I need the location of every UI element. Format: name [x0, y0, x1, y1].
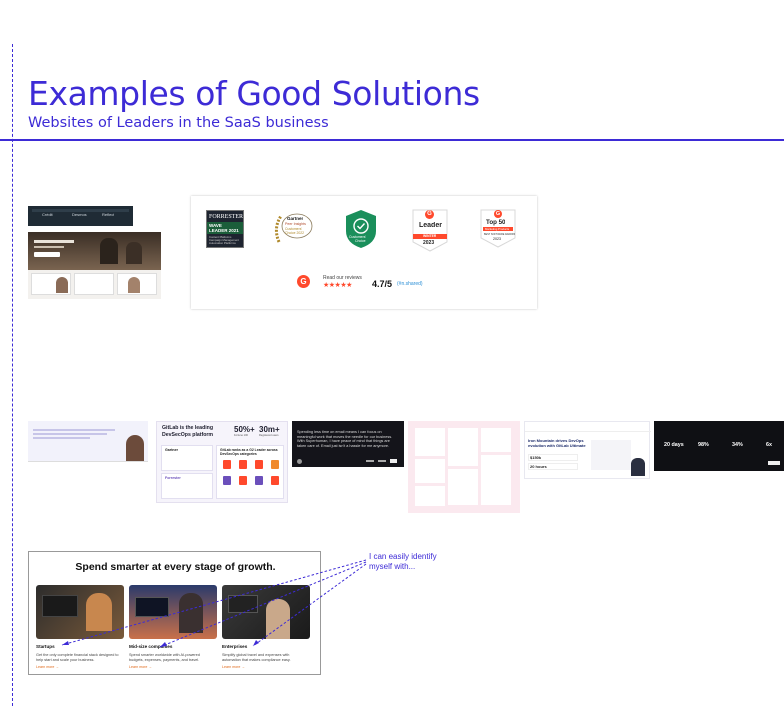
hero-cards: [28, 270, 161, 299]
gitlab-headline: GitLab is the leading DevSecOps platform: [162, 425, 214, 438]
rating-stars-icon: ★★★★★: [323, 282, 352, 289]
thumbnail-superhuman[interactable]: Spending less time on email means I can …: [292, 421, 404, 467]
annotation-note: I can easily identify myself with...: [369, 552, 437, 571]
thumbnail-logo-bar[interactable]: Crédit Desmos Reflect: [28, 206, 133, 226]
thumbnail-gitlab[interactable]: GitLab is the leading DevSecOps platform…: [156, 421, 288, 503]
page-subtitle: Websites of Leaders in the SaaS business: [28, 115, 329, 131]
page-title: Examples of Good Solutions: [28, 74, 480, 113]
tile-enterprise-title: Enterprises: [222, 644, 248, 649]
thumbnail-iron-mountain[interactable]: Iron Mountain drives DevOps evolution wi…: [524, 421, 651, 479]
thumbnail-testimonial-grid[interactable]: [408, 421, 520, 513]
tile-startups-title: Startups: [36, 644, 55, 649]
profile-card: [117, 273, 157, 295]
tile-midsize-link[interactable]: Learn more →: [129, 665, 152, 669]
tile-startups-desc: Get the only complete financial stack de…: [36, 653, 119, 662]
thumbnail-testimonial-lavender[interactable]: [28, 421, 148, 471]
forrester-badge: FORRESTER WAVE LEADER 2021 Content Platf…: [206, 210, 244, 248]
tile-enterprise-image: [222, 585, 310, 639]
g2-logo-icon: G: [494, 210, 502, 218]
profile-card: [31, 273, 71, 295]
tile-startups-link[interactable]: Learn more →: [36, 665, 59, 669]
thumbnail-spend-smarter[interactable]: Spend smarter at every stage of growth. …: [28, 551, 321, 675]
iron-headline: Iron Mountain drives DevOps evolution wi…: [528, 438, 586, 448]
tile-enterprise-link[interactable]: Learn more →: [222, 665, 245, 669]
rating-value: 4.7/5: [372, 279, 393, 289]
g2-logo-icon: G: [425, 210, 434, 219]
gartner-badge: Gartner Peer Insights Customers' Choice …: [271, 210, 315, 250]
reviews-handle[interactable]: (#n.shared): [397, 281, 423, 287]
superhuman-quote: Spending less time on email means I can …: [297, 430, 393, 448]
g2-review-logo-icon: G: [297, 275, 310, 288]
g2-leader-badge: G Leader WINTER 2023: [411, 208, 449, 252]
tile-startups-image: [36, 585, 124, 639]
spend-headline: Spend smarter at every stage of growth.: [75, 561, 276, 573]
left-guide-line: [12, 44, 13, 706]
tile-midsize-image: [129, 585, 217, 639]
tile-midsize-title: Mid-size companies: [129, 644, 173, 649]
thumbnail-hero-office[interactable]: [28, 232, 161, 299]
logo-credit: Crédit: [42, 212, 53, 217]
hero-photo: [28, 232, 161, 270]
canvas: Examples of Good Solutions Websites of L…: [0, 0, 784, 718]
g2-top50-badge: G Top 50 Marketing Products BEST SOFTWAR…: [479, 208, 517, 248]
profile-card: [74, 273, 114, 295]
tile-enterprise-desc: Simplify global travel and expenses with…: [222, 653, 291, 662]
thumbnail-dark-stats[interactable]: 20 days 98% 34% 6x: [654, 421, 784, 471]
thumbnail-award-badges[interactable]: FORRESTER WAVE LEADER 2021 Content Platf…: [191, 196, 537, 309]
person-photo: [126, 435, 144, 461]
title-divider: [0, 139, 784, 141]
shield-icon: [346, 210, 376, 248]
logo-desmos: Desmos: [72, 212, 87, 217]
logo-reflect: Reflect: [102, 212, 115, 217]
tile-midsize-desc: Spend smarter worldwide with AI-powered …: [129, 653, 200, 662]
customers-choice-badge: Customers' Choice: [343, 209, 379, 249]
